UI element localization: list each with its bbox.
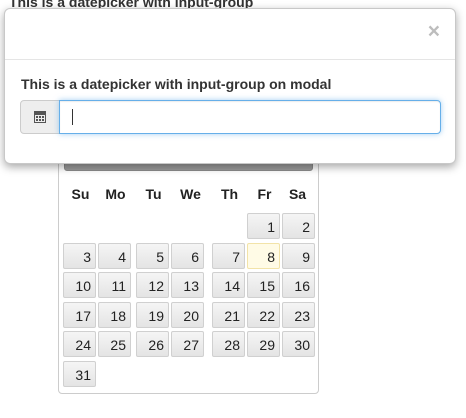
day-cell[interactable]: 29 [247, 331, 280, 357]
day-cell[interactable]: 24 [63, 331, 96, 357]
day-cell[interactable]: 5 [136, 243, 169, 269]
day-cell[interactable]: 7 [212, 243, 245, 269]
day-cell[interactable]: 21 [212, 302, 245, 328]
day-cell[interactable]: 26 [136, 331, 169, 357]
day-cell[interactable]: 19 [136, 302, 169, 328]
input-group [20, 100, 441, 134]
day-cell[interactable]: 10 [63, 272, 96, 298]
field-label: This is a datepicker with input-group on… [21, 76, 332, 92]
day-cell[interactable]: 8 [247, 243, 280, 269]
text-cursor [72, 109, 73, 125]
day-cell[interactable]: 1 [247, 213, 280, 239]
day-cell[interactable]: 16 [282, 272, 315, 298]
calendar-icon[interactable] [20, 100, 60, 134]
day-cell[interactable]: 9 [282, 243, 315, 269]
modal-dialog: × This is a datepicker with input-group … [4, 8, 456, 164]
day-cell[interactable]: 27 [171, 331, 204, 357]
day-cell[interactable]: 3 [63, 243, 96, 269]
day-cell[interactable]: 23 [282, 302, 315, 328]
day-cell[interactable]: 12 [136, 272, 169, 298]
date-input[interactable] [59, 100, 441, 134]
weekday-su: Su [71, 186, 90, 202]
day-cell[interactable]: 18 [98, 302, 131, 328]
close-button[interactable]: × [428, 21, 440, 42]
day-cell[interactable]: 13 [171, 272, 204, 298]
day-cell[interactable]: 17 [63, 302, 96, 328]
day-cell[interactable]: 14 [212, 272, 245, 298]
day-cell[interactable]: 22 [247, 302, 280, 328]
weekday-sa: Sa [288, 186, 307, 202]
weekday-mo: Mo [105, 186, 126, 202]
day-cell[interactable]: 28 [212, 331, 245, 357]
weekday-row: Su Mo Tu We Th Fr Sa [59, 182, 318, 206]
day-cell[interactable]: 20 [171, 302, 204, 328]
day-cell[interactable]: 11 [98, 272, 131, 298]
day-cell[interactable]: 6 [171, 243, 204, 269]
weekday-we: We [180, 186, 201, 202]
day-cell[interactable]: 15 [247, 272, 280, 298]
day-cell[interactable]: 25 [98, 331, 131, 357]
day-cell[interactable]: 31 [63, 361, 96, 387]
weekday-fr: Fr [257, 186, 272, 202]
day-cell[interactable]: 2 [282, 213, 315, 239]
modal-header: × [5, 9, 455, 60]
weekday-th: Th [220, 186, 239, 202]
datepicker: Su Mo Tu We Th Fr Sa 1 2 3 4 5 6 7 8 9 10 11 12 13 14… [58, 128, 319, 394]
weekday-tu: Tu [145, 186, 162, 202]
day-cell[interactable]: 4 [98, 243, 131, 269]
day-cell[interactable]: 30 [282, 331, 315, 357]
